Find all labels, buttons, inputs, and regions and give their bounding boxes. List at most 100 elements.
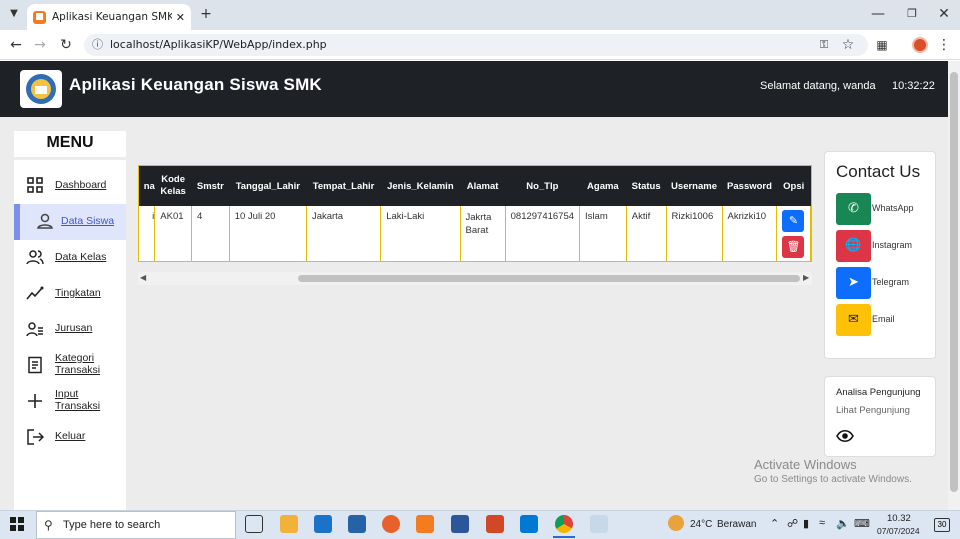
browser-menu-icon[interactable]: ⋮ <box>936 35 952 55</box>
sidebar-item-jurusan[interactable]: Jurusan <box>14 312 126 348</box>
col-header: na <box>139 166 155 206</box>
file-explorer-icon[interactable] <box>280 515 298 533</box>
col-header: Alamat <box>460 166 506 206</box>
analisa-pengunjung-card: Analisa Pengunjung Lihat Pengunjung <box>824 376 936 457</box>
forward-icon[interactable]: → <box>30 35 50 55</box>
whatsapp-button[interactable]: ✆ <box>836 193 871 225</box>
chrome-icon[interactable] <box>555 515 573 533</box>
table-cell: Jakrta Barat <box>460 206 506 261</box>
firefox-icon[interactable] <box>382 515 400 533</box>
tab-close-icon[interactable]: ✕ <box>176 11 185 24</box>
sidebar-item-kategori-transaksi[interactable]: Kategori Transaksi <box>14 348 126 384</box>
sidebar-item-input-transaksi[interactable]: Input Transaksi <box>14 384 126 420</box>
table-cell: i <box>139 206 156 261</box>
list-user-icon <box>26 322 43 337</box>
new-tab-icon[interactable]: + <box>196 4 216 24</box>
user-icon <box>37 213 53 229</box>
back-icon[interactable]: ← <box>6 35 26 55</box>
weather-temp[interactable]: 24°C <box>690 519 712 530</box>
scroll-left-icon[interactable]: ◀ <box>140 273 146 282</box>
delete-button[interactable]: 🗑 <box>782 236 805 258</box>
notification-center-icon[interactable]: 30 <box>934 518 950 532</box>
windows-start-icon[interactable] <box>10 517 24 531</box>
reload-icon[interactable]: ↻ <box>56 35 76 55</box>
search-icon: ⚲ <box>44 518 53 532</box>
trash-icon: 🗑 <box>786 241 801 253</box>
table-cell-opsi: ✎ 🗑 <box>776 206 811 261</box>
tab-list-icon[interactable]: ▼ <box>4 4 24 24</box>
sidebar-item-dashboard[interactable]: Dashboard <box>14 168 126 204</box>
vscode-icon[interactable] <box>520 515 538 533</box>
edit-button[interactable]: ✎ <box>782 210 805 232</box>
profile-avatar[interactable] <box>912 37 928 53</box>
sidebar-item-label: Data Siswa <box>61 215 115 227</box>
wifi-icon[interactable]: ≈ <box>819 517 825 529</box>
volume-icon[interactable]: 🔈 <box>836 517 850 530</box>
edit-icon: ✎ <box>788 215 799 227</box>
taskbar-search-input[interactable]: ⚲ Type here to search <box>36 511 236 539</box>
sidebar-item-label: Kategori Transaksi <box>55 352 101 376</box>
word-icon[interactable] <box>451 515 469 533</box>
page-scroll-thumb[interactable] <box>950 72 958 492</box>
instagram-label: Instagram <box>872 240 913 250</box>
powerpoint-icon[interactable] <box>486 515 504 533</box>
sidebar-item-tingkatan[interactable]: Tingkatan <box>14 276 126 312</box>
sidebar-item-data-kelas[interactable]: Data Kelas <box>14 240 126 276</box>
plus-icon <box>28 394 42 408</box>
scroll-right-icon[interactable]: ▶ <box>803 273 809 282</box>
sidebar-item-keluar[interactable]: Keluar <box>14 420 126 456</box>
app-title: Aplikasi Keuangan Siswa SMK <box>69 75 322 94</box>
minimize-icon[interactable]: — <box>866 4 890 24</box>
address-bar[interactable]: ⓘ localhost/AplikasiKP/WebApp/index.php <box>84 34 868 56</box>
table-cell: Rizki1006 <box>666 206 723 261</box>
mail-app-icon[interactable] <box>314 515 332 533</box>
telegram-button[interactable]: ➤ <box>836 267 871 299</box>
sidebar-item-label: Keluar <box>55 430 86 442</box>
taskbar-date[interactable]: 07/07/2024 <box>877 526 920 536</box>
battery-icon[interactable]: ▮ <box>803 517 809 530</box>
col-header: Username <box>666 166 723 206</box>
taskbar-time[interactable]: 10.32 <box>887 513 911 524</box>
logout-icon <box>27 429 44 445</box>
tab-title: Aplikasi Keuangan SMK Padindi <box>52 11 172 23</box>
contact-card: Contact Us ✆ WhatsApp 🌐 Instagram ➤ Tele… <box>824 151 936 359</box>
eye-icon[interactable] <box>836 429 854 443</box>
network-icon[interactable]: ☍ <box>787 517 798 530</box>
maximize-icon[interactable]: ❐ <box>900 4 924 24</box>
table-scroll-thumb[interactable] <box>298 275 800 282</box>
site-info-icon[interactable]: ⓘ <box>92 34 103 56</box>
xampp-icon[interactable] <box>416 515 434 533</box>
users-icon <box>26 250 44 265</box>
weather-icon[interactable] <box>668 515 684 531</box>
store-icon[interactable] <box>348 515 366 533</box>
weather-desc[interactable]: Berawan <box>717 519 756 530</box>
extensions-icon[interactable]: ▦ <box>872 35 892 55</box>
task-view-icon[interactable] <box>245 515 263 533</box>
sidebar-item-label: Dashboard <box>55 179 107 191</box>
close-window-icon[interactable]: ✕ <box>932 4 956 24</box>
sidebar-item-label: Tingkatan <box>55 287 101 299</box>
col-header: Smstr <box>191 166 230 206</box>
paint-icon[interactable] <box>590 515 608 533</box>
password-key-icon[interactable]: ⚿ <box>814 35 834 55</box>
table-cell: Laki-Laki <box>380 206 461 261</box>
keyboard-icon[interactable]: ⌨ <box>854 517 870 530</box>
col-header: No_Tlp <box>505 166 580 206</box>
col-header: Tempat_Lahir <box>306 166 381 206</box>
data-siswa-table-container[interactable]: na Kode Kelas Smstr Tanggal_Lahir Tempat… <box>138 165 812 262</box>
mail-icon: ✉ <box>848 312 859 327</box>
notification-count: 30 <box>937 520 947 529</box>
send-icon: ➤ <box>848 275 859 290</box>
bookmark-star-icon[interactable]: ☆ <box>838 35 858 55</box>
sidebar-item-data-siswa[interactable]: Data Siswa <box>14 204 126 240</box>
tray-chevron-icon[interactable]: ⌃ <box>770 517 779 530</box>
search-placeholder: Type here to search <box>63 519 161 531</box>
email-button[interactable]: ✉ <box>836 304 871 336</box>
analisa-title: Analisa Pengunjung <box>836 387 921 398</box>
menu-title: MENU <box>14 131 126 157</box>
browser-tab[interactable]: ■ Aplikasi Keuangan SMK Padindi ✕ <box>27 4 191 30</box>
dashboard-icon <box>27 177 43 193</box>
activate-windows-title: Activate Windows <box>754 457 857 472</box>
instagram-button[interactable]: 🌐 <box>836 230 871 262</box>
table-cell: 081297416754 <box>505 206 581 261</box>
